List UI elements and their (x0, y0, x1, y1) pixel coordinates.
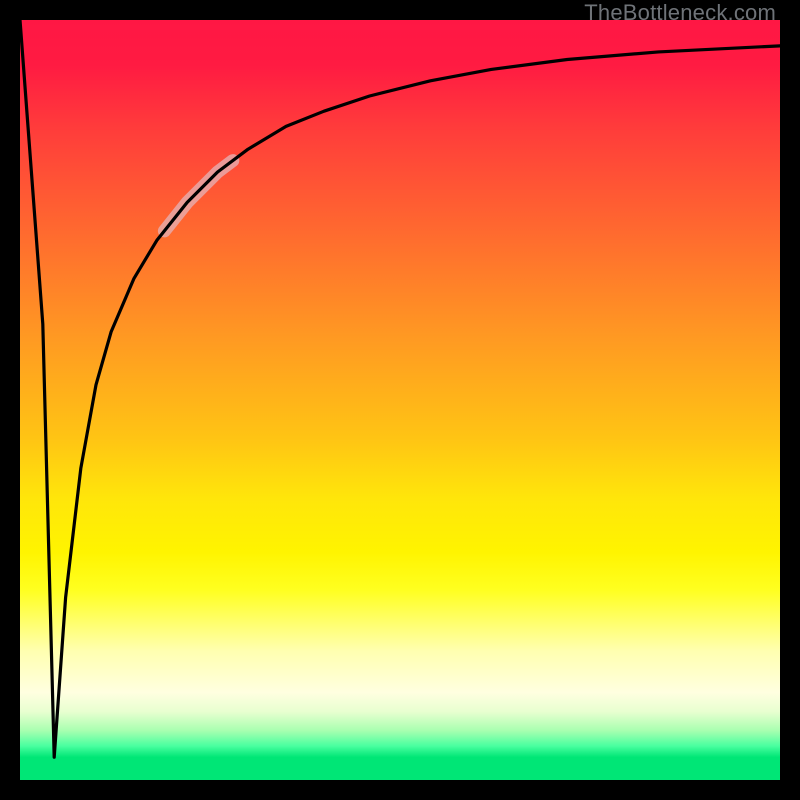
chart-svg (20, 20, 780, 780)
bottleneck-curve (20, 20, 780, 757)
chart-frame: TheBottleneck.com (0, 0, 800, 800)
watermark-text: TheBottleneck.com (584, 0, 776, 26)
